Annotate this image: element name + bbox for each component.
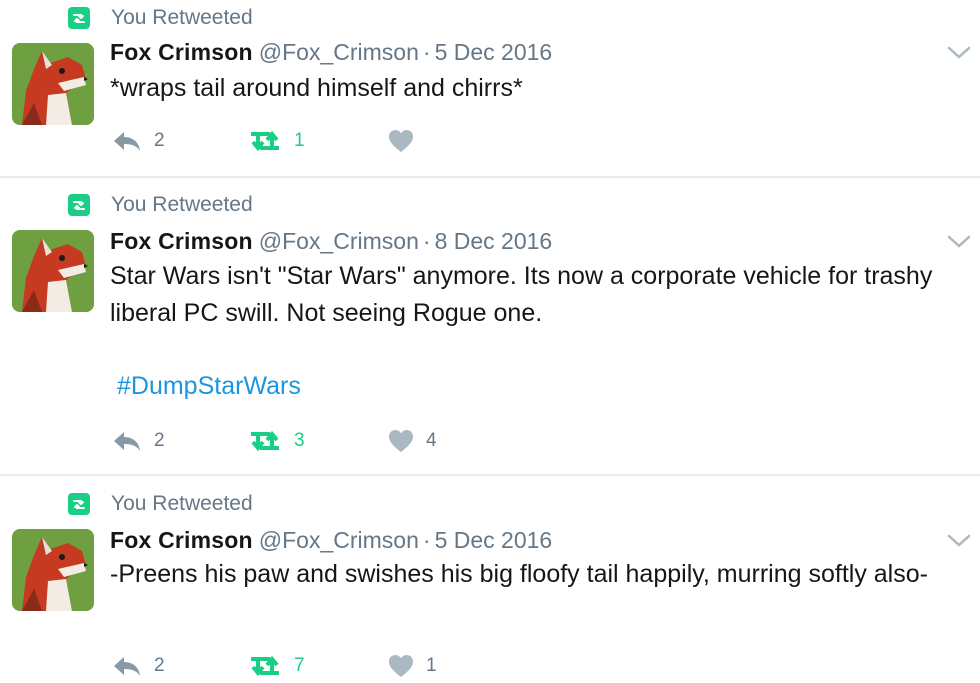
like-count: 4 <box>426 430 437 451</box>
retweet-badge-icon <box>68 194 90 216</box>
reply-icon <box>114 657 140 676</box>
reply-button[interactable]: 2 <box>112 651 165 681</box>
retweet-context-label: You Retweeted <box>111 193 253 216</box>
separator: · <box>422 39 431 65</box>
like-button[interactable] <box>388 126 426 156</box>
avatar[interactable] <box>12 230 94 312</box>
tweet-header: Fox Crimson @Fox_Crimson · 5 Dec 2016 <box>110 527 552 554</box>
retweet-button[interactable]: 1 <box>248 126 305 156</box>
retweet-icon <box>251 430 279 452</box>
retweet-button[interactable]: 7 <box>248 651 305 681</box>
author-name[interactable]: Fox Crimson <box>110 228 253 254</box>
tweet-text: *wraps tail around himself and chirrs* <box>110 74 523 102</box>
heart-icon <box>389 655 413 677</box>
timeline: You Retweeted Fox Crimson @Fox_Crimson · 5 … <box>0 0 980 683</box>
tweet[interactable]: You Retweeted Fox Crimson @Fox_Crimson · 8 … <box>0 176 980 474</box>
retweet-count: 3 <box>294 430 305 451</box>
retweet-button[interactable]: 3 <box>248 426 305 456</box>
reply-count: 2 <box>154 655 165 676</box>
reply-icon <box>114 432 140 451</box>
retweet-count: 7 <box>294 655 305 676</box>
heart-icon <box>389 130 413 152</box>
chevron-down-icon[interactable] <box>946 44 972 62</box>
retweet-badge-icon <box>68 493 90 515</box>
tweet[interactable]: You Retweeted Fox Crimson @Fox_Crimson · 5 … <box>0 0 980 176</box>
retweet-context-label: You Retweeted <box>111 6 253 29</box>
reply-count: 2 <box>154 430 165 451</box>
author-name[interactable]: Fox Crimson <box>110 527 253 553</box>
tweet-text: Star Wars isn't "Star Wars" anymore. Its… <box>110 262 933 327</box>
reply-count: 2 <box>154 130 165 151</box>
timestamp[interactable]: 5 Dec 2016 <box>435 39 553 65</box>
retweet-context-label: You Retweeted <box>111 492 253 515</box>
timestamp[interactable]: 5 Dec 2016 <box>435 527 553 553</box>
timestamp[interactable]: 8 Dec 2016 <box>435 228 553 254</box>
author-handle[interactable]: @Fox_Crimson <box>259 39 419 65</box>
separator: · <box>422 228 431 254</box>
retweet-icon <box>251 655 279 677</box>
reply-button[interactable]: 2 <box>112 126 165 156</box>
tweet-header: Fox Crimson @Fox_Crimson · 8 Dec 2016 <box>110 228 552 255</box>
reply-button[interactable]: 2 <box>112 426 165 456</box>
retweeted-context: You Retweeted <box>68 6 253 30</box>
retweeted-context: You Retweeted <box>68 492 253 516</box>
retweet-count: 1 <box>294 130 305 151</box>
author-handle[interactable]: @Fox_Crimson <box>259 228 419 254</box>
tweet-header: Fox Crimson @Fox_Crimson · 5 Dec 2016 <box>110 39 552 66</box>
separator: · <box>422 527 431 553</box>
like-button[interactable]: 1 <box>388 651 437 681</box>
reply-icon <box>114 132 140 151</box>
avatar[interactable] <box>12 529 94 611</box>
tweet[interactable]: You Retweeted Fox Crimson @Fox_Crimson · 5 … <box>0 474 980 683</box>
retweeted-context: You Retweeted <box>68 193 253 217</box>
retweet-badge-icon <box>68 7 90 29</box>
avatar[interactable] <box>12 43 94 125</box>
heart-icon <box>389 430 413 452</box>
retweet-icon <box>251 130 279 152</box>
author-name[interactable]: Fox Crimson <box>110 39 253 65</box>
tweet-text: -Preens his paw and swishes his big floo… <box>110 560 928 588</box>
like-count: 1 <box>426 655 437 676</box>
chevron-down-icon[interactable] <box>946 532 972 550</box>
author-handle[interactable]: @Fox_Crimson <box>259 527 419 553</box>
chevron-down-icon[interactable] <box>946 233 972 251</box>
like-button[interactable]: 4 <box>388 426 437 456</box>
hashtag-link[interactable]: #DumpStarWars <box>117 372 301 401</box>
